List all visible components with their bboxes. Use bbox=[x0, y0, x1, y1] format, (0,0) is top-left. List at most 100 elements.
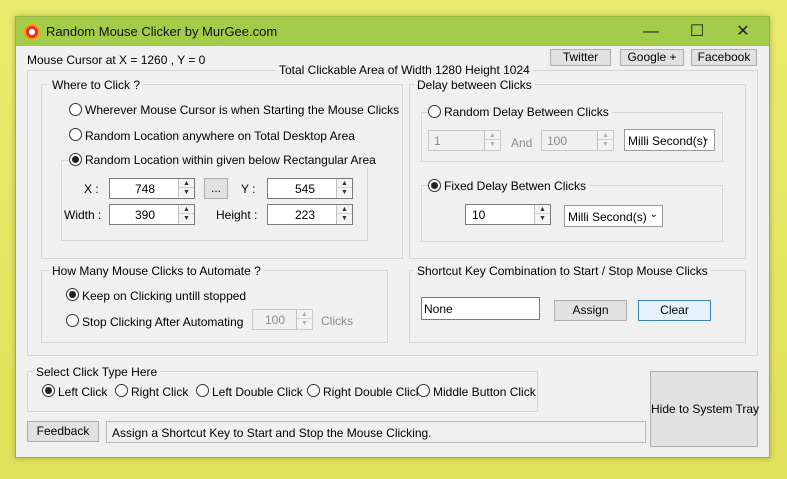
google-plus-button[interactable]: Google + bbox=[620, 49, 684, 66]
facebook-button-label: Facebook bbox=[697, 50, 751, 64]
random-delay-max-up-icon[interactable]: ▲ bbox=[598, 131, 613, 140]
pick-area-button-label: ... bbox=[210, 181, 221, 195]
x-down-arrow-icon[interactable]: ▼ bbox=[179, 188, 194, 197]
where-to-click-title: Where to Click ? bbox=[49, 78, 144, 92]
clear-button-label: Clear bbox=[660, 303, 689, 317]
radio-fixed-delay-label: Fixed Delay Betwen Clicks bbox=[441, 179, 590, 193]
random-delay-min-arrows: ▲ ▼ bbox=[484, 131, 500, 150]
random-delay-max-down-icon[interactable]: ▼ bbox=[598, 140, 613, 149]
clear-button[interactable]: Clear bbox=[638, 300, 711, 321]
height-stepper-arrows: ▲ ▼ bbox=[336, 205, 352, 224]
fixed-delay-stepper[interactable]: 10 ▲ ▼ bbox=[465, 204, 551, 225]
height-label: Height : bbox=[216, 208, 258, 222]
google-plus-button-label: Google + bbox=[627, 50, 677, 64]
cursor-position-label: Mouse Cursor at X = 1260 , Y = 0 bbox=[27, 53, 206, 67]
hide-to-tray-button-label: Hide to System Tray bbox=[651, 402, 760, 416]
radio-middle-button-click-label: Middle Button Click bbox=[433, 385, 536, 399]
radio-middle-button-click[interactable] bbox=[417, 384, 430, 397]
radio-cursor-location-label: Wherever Mouse Cursor is when Starting t… bbox=[85, 103, 400, 117]
random-delay-unit-value: Milli Second(s) bbox=[628, 134, 707, 148]
random-delay-unit-select[interactable]: Milli Second(s) ⌄ bbox=[624, 129, 715, 151]
pick-area-button[interactable]: ... bbox=[204, 178, 228, 199]
assign-button-label: Assign bbox=[572, 303, 609, 317]
assign-button[interactable]: Assign bbox=[554, 300, 627, 321]
feedback-button-label: Feedback bbox=[36, 424, 90, 438]
height-up-arrow-icon[interactable]: ▲ bbox=[337, 205, 352, 214]
fixed-delay-unit-select[interactable]: Milli Second(s) ⌄ bbox=[564, 205, 663, 227]
radio-right-double-click-label: Right Double Click bbox=[323, 385, 422, 399]
radio-left-double-click[interactable] bbox=[196, 384, 209, 397]
radio-right-click[interactable] bbox=[115, 384, 128, 397]
shortcut-key-value: None bbox=[424, 302, 453, 316]
width-label: Width : bbox=[64, 208, 102, 222]
click-count-stepper[interactable]: 100 ▲ ▼ bbox=[252, 309, 313, 330]
random-delay-min-up-icon[interactable]: ▲ bbox=[485, 131, 500, 140]
click-count-up-icon[interactable]: ▲ bbox=[297, 310, 312, 319]
fixed-delay-arrows: ▲ ▼ bbox=[534, 205, 550, 224]
y-down-arrow-icon[interactable]: ▼ bbox=[337, 188, 352, 197]
feedback-button[interactable]: Feedback bbox=[27, 421, 99, 442]
y-up-arrow-icon[interactable]: ▲ bbox=[337, 179, 352, 188]
how-many-clicks-group bbox=[41, 270, 388, 343]
radio-keep-clicking[interactable] bbox=[66, 288, 79, 301]
width-up-arrow-icon[interactable]: ▲ bbox=[179, 205, 194, 214]
y-stepper-arrows: ▲ ▼ bbox=[336, 179, 352, 198]
radio-fixed-delay[interactable] bbox=[428, 179, 441, 192]
twitter-button-label: Twitter bbox=[562, 50, 599, 64]
how-many-clicks-title: How Many Mouse Clicks to Automate ? bbox=[49, 264, 264, 278]
x-stepper-arrows: ▲ ▼ bbox=[178, 179, 194, 198]
click-count-arrows: ▲ ▼ bbox=[296, 310, 312, 329]
width-down-arrow-icon[interactable]: ▼ bbox=[179, 214, 194, 223]
clickable-area-label: Total Clickable Area of Width 1280 Heigh… bbox=[276, 63, 533, 77]
radio-random-delay[interactable] bbox=[428, 105, 441, 118]
twitter-button[interactable]: Twitter bbox=[550, 49, 611, 66]
radio-random-rectangle[interactable] bbox=[69, 153, 82, 166]
title-bar[interactable]: Random Mouse Clicker by MurGee.com — ☐ ✕ bbox=[16, 17, 769, 46]
width-stepper-arrows: ▲ ▼ bbox=[178, 205, 194, 224]
height-down-arrow-icon[interactable]: ▼ bbox=[337, 214, 352, 223]
y-value: 545 bbox=[295, 182, 316, 196]
random-delay-min-stepper[interactable]: 1 ▲ ▼ bbox=[428, 130, 501, 151]
radio-random-desktop[interactable] bbox=[69, 128, 82, 141]
shortcut-key-input[interactable]: None bbox=[421, 297, 540, 320]
close-button[interactable]: ✕ bbox=[720, 17, 766, 46]
radio-random-desktop-label: Random Location anywhere on Total Deskto… bbox=[85, 129, 355, 143]
height-stepper[interactable]: 223 ▲ ▼ bbox=[267, 204, 353, 225]
status-bar: Assign a Shortcut Key to Start and Stop … bbox=[106, 421, 646, 443]
y-stepper[interactable]: 545 ▲ ▼ bbox=[267, 178, 353, 199]
app-icon bbox=[24, 24, 40, 40]
random-delay-max-stepper[interactable]: 100 ▲ ▼ bbox=[541, 130, 614, 151]
x-label: X : bbox=[84, 182, 99, 196]
width-stepper[interactable]: 390 ▲ ▼ bbox=[109, 204, 195, 225]
radio-stop-after-label: Stop Clicking After Automating bbox=[82, 315, 244, 329]
click-count-value: 100 bbox=[265, 313, 286, 327]
radio-stop-after[interactable] bbox=[66, 314, 79, 327]
fixed-delay-unit-value: Milli Second(s) bbox=[568, 210, 647, 224]
radio-left-click[interactable] bbox=[42, 384, 55, 397]
random-delay-max-arrows: ▲ ▼ bbox=[597, 131, 613, 150]
radio-random-delay-label: Random Delay Between Clicks bbox=[441, 105, 612, 119]
maximize-button[interactable]: ☐ bbox=[674, 17, 720, 46]
radio-random-rectangle-label: Random Location within given below Recta… bbox=[82, 153, 379, 167]
width-value: 390 bbox=[135, 208, 156, 222]
radio-right-double-click[interactable] bbox=[307, 384, 320, 397]
radio-left-click-label: Left Click bbox=[58, 385, 108, 399]
random-delay-min-down-icon[interactable]: ▼ bbox=[485, 140, 500, 149]
shortcut-key-title: Shortcut Key Combination to Start / Stop… bbox=[414, 264, 711, 278]
window-title: Random Mouse Clicker by MurGee.com bbox=[46, 24, 278, 39]
random-delay-max-value: 100 bbox=[547, 134, 568, 148]
x-up-arrow-icon[interactable]: ▲ bbox=[179, 179, 194, 188]
facebook-button[interactable]: Facebook bbox=[691, 49, 757, 66]
radio-cursor-location[interactable] bbox=[69, 103, 82, 116]
and-label: And bbox=[511, 136, 533, 150]
x-stepper[interactable]: 748 ▲ ▼ bbox=[109, 178, 195, 199]
hide-to-tray-button[interactable]: Hide to System Tray bbox=[650, 371, 760, 447]
height-value: 223 bbox=[295, 208, 316, 222]
radio-keep-clicking-label: Keep on Clicking untill stopped bbox=[82, 289, 247, 303]
click-count-down-icon[interactable]: ▼ bbox=[297, 319, 312, 328]
minimize-button[interactable]: — bbox=[628, 17, 674, 46]
fixed-delay-down-icon[interactable]: ▼ bbox=[535, 214, 550, 223]
fixed-delay-up-icon[interactable]: ▲ bbox=[535, 205, 550, 214]
radio-left-double-click-label: Left Double Click bbox=[212, 385, 303, 399]
chevron-down-icon: ⌄ bbox=[701, 133, 710, 144]
